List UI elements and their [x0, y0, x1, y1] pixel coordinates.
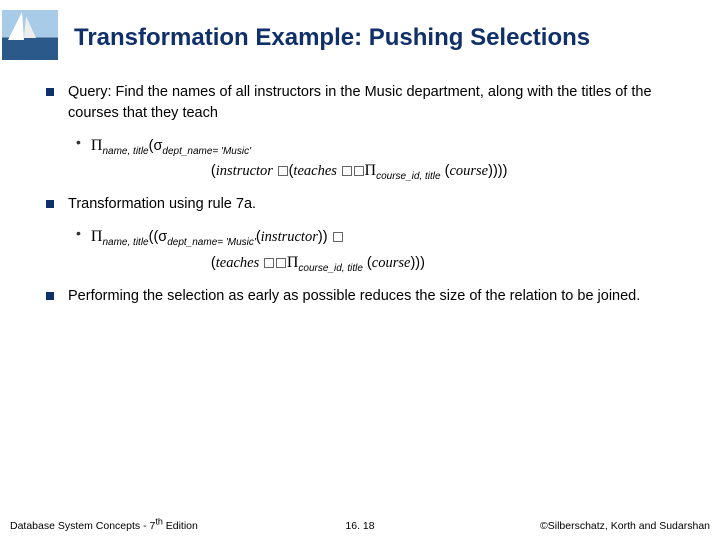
footer-left-a: Database System Concepts - 7: [10, 520, 155, 532]
relation-teaches: teaches: [293, 163, 340, 179]
relation-instructor: instructor: [261, 229, 318, 245]
content-area: Query: Find the names of all instructors…: [0, 60, 720, 307]
bullet-dot-icon: •: [76, 134, 81, 182]
pi-symbol: Π: [91, 228, 103, 245]
pi-subscript: course_id, title: [298, 263, 362, 274]
text: ))): [410, 255, 425, 271]
bullet-1-text: Query: Find the names of all instructors…: [68, 82, 698, 124]
bullet-square-icon: [46, 292, 54, 300]
bullet-2-text: Transformation using rule 7a.: [68, 194, 256, 215]
bullet-dot-icon: •: [76, 225, 81, 273]
slide: Transformation Example: Pushing Selectio…: [0, 0, 720, 540]
text: )): [318, 229, 332, 245]
bullet-1: Query: Find the names of all instructors…: [46, 82, 698, 124]
footer-left-b: Edition: [163, 520, 198, 532]
bullet-2: Transformation using rule 7a.: [46, 194, 698, 215]
bullet-2-sub: • Πname, title((σdept_name= 'Music' ( inst…: [76, 225, 698, 273]
pi-symbol: Π: [365, 162, 377, 179]
footer-left-sup: th: [155, 517, 163, 527]
join-box-icon: [333, 232, 343, 242]
logo-sailboat: [2, 10, 58, 60]
expression-2-line2: (teaches Πcourse_id, title (course))): [91, 251, 425, 274]
text: (: [363, 255, 372, 271]
relation-teaches: teaches: [216, 255, 263, 271]
pi-subscript: name, title: [102, 237, 148, 248]
join-box-icon: [354, 166, 364, 176]
bullet-1-sub: • Πname, title(σdept_name= 'Music' (inst…: [76, 134, 698, 182]
footer-right: ©Silberschatz, Korth and Sudarshan: [540, 520, 710, 532]
join-box-icon: [276, 258, 286, 268]
pi-symbol: Π: [91, 137, 103, 154]
pi-subscript: course_id, title: [376, 171, 440, 182]
join-box-icon: [264, 258, 274, 268]
bullet-3: Performing the selection as early as pos…: [46, 286, 698, 307]
relation-instructor: instructor: [216, 163, 277, 179]
header: Transformation Example: Pushing Selectio…: [0, 0, 720, 60]
expression-2: Πname, title((σdept_name= 'Music' ( instru…: [91, 225, 425, 273]
bullet-3-text: Performing the selection as early as pos…: [68, 286, 640, 307]
sigma-subscript: dept_name= 'Music': [167, 237, 256, 248]
text: )))): [488, 163, 507, 179]
expression-1: Πname, title(σdept_name= 'Music' (instru…: [91, 134, 508, 182]
expression-1-line2: (instructor (teaches Πcourse_id, title (…: [91, 159, 508, 182]
pi-symbol: Π: [287, 254, 299, 271]
relation-course: course: [372, 255, 411, 271]
text: (σ: [149, 138, 163, 154]
footer-center: 16. 18: [345, 520, 374, 532]
footer-left: Database System Concepts - 7th Edition: [10, 520, 198, 532]
text: ((σ: [149, 229, 168, 245]
bullet-square-icon: [46, 88, 54, 96]
pi-subscript: name, title: [102, 146, 148, 157]
join-box-icon: [342, 166, 352, 176]
sigma-subscript: dept_name= 'Music': [162, 146, 251, 157]
relation-course: course: [449, 163, 488, 179]
footer: Database System Concepts - 7th Edition 1…: [0, 520, 720, 532]
slide-title: Transformation Example: Pushing Selectio…: [58, 6, 590, 53]
join-box-icon: [278, 166, 288, 176]
bullet-square-icon: [46, 200, 54, 208]
